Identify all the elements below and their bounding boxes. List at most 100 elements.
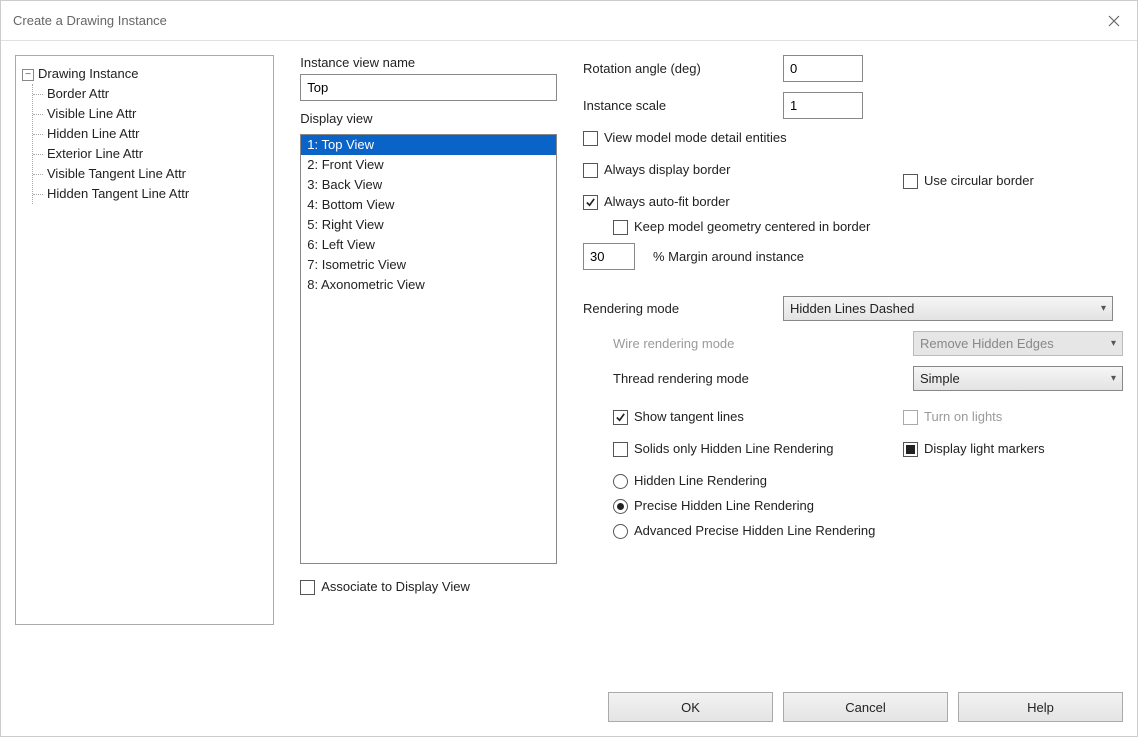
margin-input[interactable] [583,243,635,270]
always-autofit-border-row[interactable]: Always auto-fit border [583,193,1123,211]
display-view-item-8[interactable]: 8: Axonometric View [301,275,556,295]
associate-checkbox[interactable] [300,580,315,595]
solids-only-hlr-checkbox[interactable] [613,442,628,457]
solids-markers-row: Solids only Hidden Line Rendering Displa… [613,433,1123,465]
instance-scale-label: Instance scale [583,98,773,113]
rotation-angle-label: Rotation angle (deg) [583,61,773,76]
always-display-border-row[interactable]: Always display border [583,161,730,179]
display-light-markers-row[interactable]: Display light markers [903,440,1045,458]
tree-expander-icon[interactable]: − [22,69,34,81]
turn-on-lights-row: Turn on lights [903,408,1002,426]
rotation-angle-row: Rotation angle (deg) [583,55,1123,82]
ok-button[interactable]: OK [608,692,773,722]
tree-item-hidden-line-attr[interactable]: Hidden Line Attr [41,124,267,144]
dialog-window: Create a Drawing Instance −Drawing Insta… [0,0,1138,737]
radio-aphlr-row[interactable]: Advanced Precise Hidden Line Rendering [613,522,1123,540]
always-autofit-border-checkbox[interactable] [583,195,598,210]
radio-phlr[interactable] [613,499,628,514]
associate-to-display-view-row[interactable]: Associate to Display View [300,578,557,596]
thread-rendering-mode-value: Simple [920,371,960,386]
display-light-markers-label: Display light markers [924,440,1045,458]
always-display-border-label: Always display border [604,161,730,179]
thread-rendering-mode-label: Thread rendering mode [613,371,903,386]
display-light-markers-checkbox[interactable] [903,442,918,457]
display-view-item-5[interactable]: 5: Right View [301,215,556,235]
rendering-mode-label: Rendering mode [583,301,773,316]
show-tangent-lines-label: Show tangent lines [634,408,744,426]
instance-scale-input[interactable] [783,92,863,119]
mid-panel: Instance view name Display view 1: Top V… [300,55,557,678]
solids-only-hlr-label: Solids only Hidden Line Rendering [634,440,833,458]
view-model-mode-row[interactable]: View model mode detail entities [583,129,1123,147]
help-button[interactable]: Help [958,692,1123,722]
display-view-item-3[interactable]: 3: Back View [301,175,556,195]
tree-root-label: Drawing Instance [38,66,138,81]
border-options-row: Always display border [583,154,1123,186]
instance-scale-row: Instance scale [583,92,1123,119]
rendering-mode-combo[interactable]: Hidden Lines Dashed ▾ [783,296,1113,321]
tangent-lights-row: Show tangent lines Turn on lights [613,401,1123,433]
tree: −Drawing Instance Border Attr Visible Li… [22,64,267,204]
keep-centered-label: Keep model geometry centered in border [634,218,870,236]
use-circular-border-row[interactable]: Use circular border [903,172,1034,190]
display-view-item-2[interactable]: 2: Front View [301,155,556,175]
view-model-mode-checkbox[interactable] [583,131,598,146]
radio-aphlr[interactable] [613,524,628,539]
thread-rendering-mode-row: Thread rendering mode Simple ▾ [613,366,1123,391]
display-view-item-4[interactable]: 4: Bottom View [301,195,556,215]
display-view-item-7[interactable]: 7: Isometric View [301,255,556,275]
instance-view-name-label: Instance view name [300,55,557,70]
button-row: OK Cancel Help [1,678,1137,736]
rotation-angle-input[interactable] [783,55,863,82]
titlebar: Create a Drawing Instance [1,1,1137,41]
radio-phlr-label: Precise Hidden Line Rendering [634,497,814,515]
wire-rendering-mode-row: Wire rendering mode Remove Hidden Edges … [613,331,1123,356]
display-view-item-6[interactable]: 6: Left View [301,235,556,255]
display-view-item-1[interactable]: 1: Top View [301,135,556,155]
tree-item-visible-line-attr[interactable]: Visible Line Attr [41,104,267,124]
tree-children: Border Attr Visible Line Attr Hidden Lin… [32,84,267,204]
use-circular-border-checkbox[interactable] [903,174,918,189]
tree-item-border-attr[interactable]: Border Attr [41,84,267,104]
display-view-listbox[interactable]: 1: Top View 2: Front View 3: Back View 4… [300,134,557,564]
right-panel: Rotation angle (deg) Instance scale View… [583,55,1123,678]
always-autofit-border-label: Always auto-fit border [604,193,730,211]
chevron-down-icon: ▾ [1101,303,1106,314]
thread-rendering-mode-combo[interactable]: Simple ▾ [913,366,1123,391]
margin-row: % Margin around instance [583,243,1123,270]
radio-hlr-row[interactable]: Hidden Line Rendering [613,472,1123,490]
instance-view-name-input[interactable] [300,74,557,101]
show-tangent-lines-checkbox[interactable] [613,410,628,425]
close-icon [1108,15,1120,27]
radio-hlr[interactable] [613,474,628,489]
wire-rendering-mode-label: Wire rendering mode [613,336,903,351]
turn-on-lights-label: Turn on lights [924,408,1002,426]
rendering-mode-row: Rendering mode Hidden Lines Dashed ▾ [583,296,1123,321]
wire-rendering-mode-combo: Remove Hidden Edges ▾ [913,331,1123,356]
solids-only-hlr-row[interactable]: Solids only Hidden Line Rendering [613,440,903,458]
cancel-button[interactable]: Cancel [783,692,948,722]
tree-panel[interactable]: −Drawing Instance Border Attr Visible Li… [15,55,274,625]
tree-root-node[interactable]: −Drawing Instance [22,64,267,84]
rendering-mode-value: Hidden Lines Dashed [790,301,914,316]
tree-item-exterior-line-attr[interactable]: Exterior Line Attr [41,144,267,164]
window-title: Create a Drawing Instance [13,13,1091,28]
chevron-down-icon: ▾ [1111,338,1116,349]
margin-label: % Margin around instance [653,249,804,264]
radio-hlr-label: Hidden Line Rendering [634,472,767,490]
dialog-body: −Drawing Instance Border Attr Visible Li… [1,41,1137,678]
use-circular-border-label: Use circular border [924,172,1034,190]
close-button[interactable] [1091,1,1137,41]
turn-on-lights-checkbox [903,410,918,425]
keep-centered-checkbox[interactable] [613,220,628,235]
radio-phlr-row[interactable]: Precise Hidden Line Rendering [613,497,1123,515]
tree-item-visible-tangent-line-attr[interactable]: Visible Tangent Line Attr [41,164,267,184]
wire-rendering-mode-value: Remove Hidden Edges [920,336,1054,351]
show-tangent-lines-row[interactable]: Show tangent lines [613,408,903,426]
always-display-border-checkbox[interactable] [583,163,598,178]
associate-label: Associate to Display View [321,578,470,596]
tree-item-hidden-tangent-line-attr[interactable]: Hidden Tangent Line Attr [41,184,267,204]
keep-centered-row[interactable]: Keep model geometry centered in border [613,218,1123,236]
radio-aphlr-label: Advanced Precise Hidden Line Rendering [634,522,875,540]
view-model-mode-label: View model mode detail entities [604,129,787,147]
